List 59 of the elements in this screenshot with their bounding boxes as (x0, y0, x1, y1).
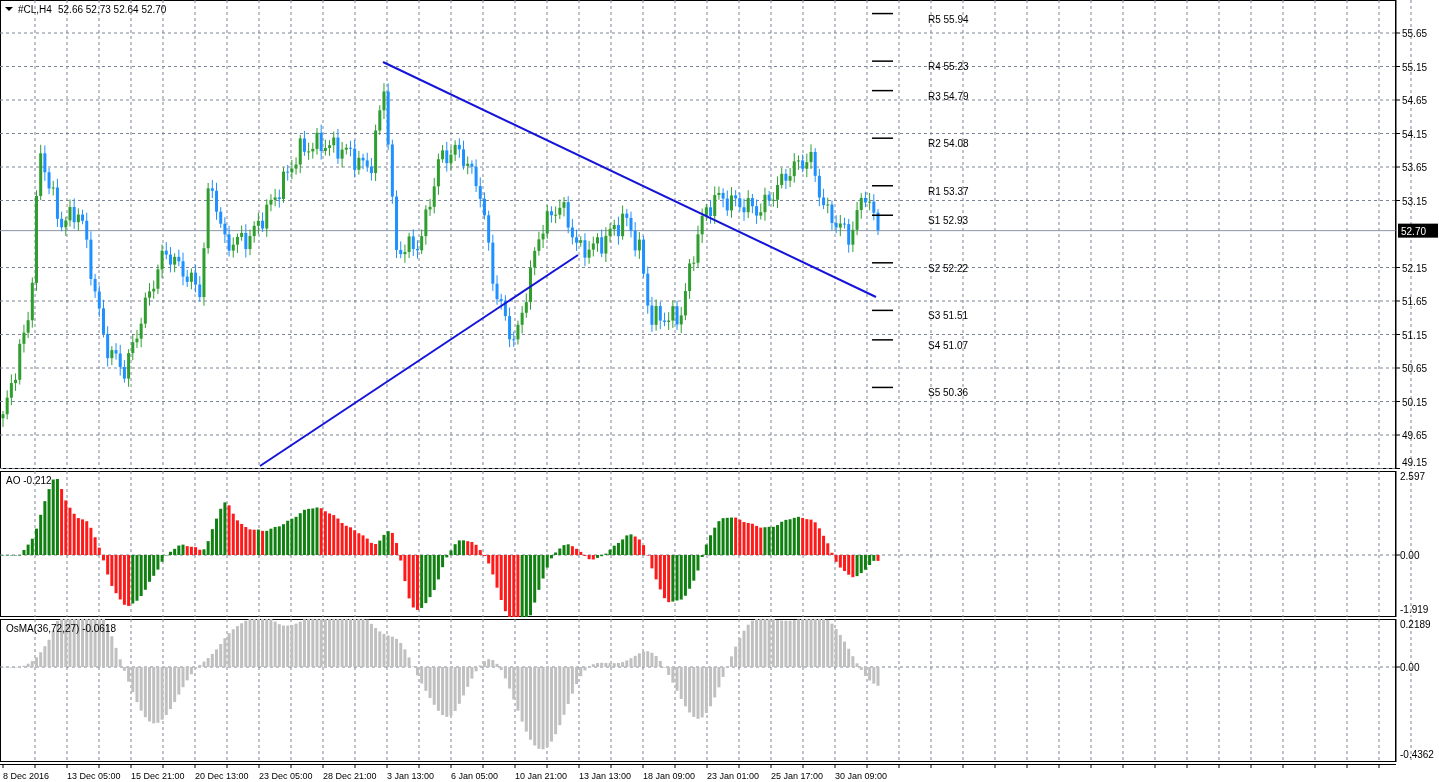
price-axis-label: 55.15 (1402, 61, 1428, 73)
pivot-level-label: R2 54.08 (928, 138, 969, 150)
price-axis-label: 53.65 (1402, 162, 1428, 173)
indicator-axis-label: -0.4362 (1400, 749, 1434, 760)
pivot-level-line (871, 60, 894, 62)
indicator-axis-label: 0.00 (1400, 550, 1420, 561)
price-axis-label: 51.65 (1402, 296, 1428, 307)
indicator-axis-label: -1.919 (1400, 604, 1429, 615)
pivot-level-line (871, 339, 894, 341)
time-axis-label: 6 Jan 05:00 (451, 771, 499, 781)
time-axis-label: 13 Jan 13:00 (579, 771, 632, 781)
time-axis-label: 25 Jan 17:00 (771, 771, 824, 781)
current-price-tag: 52.70 (1398, 223, 1438, 238)
pivot-level-label: S1 52.93 (928, 215, 969, 227)
chart-symbol: #CL,H4 (18, 4, 52, 15)
pivot-level-label: S2 52.22 (928, 262, 969, 274)
pivot-level-line (871, 89, 894, 92)
time-axis-label: 20 Dec 13:00 (195, 771, 249, 781)
time-axis-label: 8 Dec 2016 (3, 771, 50, 781)
time-axis-label: 23 Dec 05:00 (259, 771, 313, 781)
pivot-level-line (871, 137, 894, 139)
triangle-icon (5, 7, 13, 11)
price-axis-label: 54.65 (1402, 95, 1428, 106)
price-axis-label: 55.65 (1402, 28, 1428, 39)
price-axis-label: 52.15 (1402, 262, 1428, 274)
pivot-level-line (871, 12, 894, 15)
pivot-level-line (871, 262, 894, 264)
price-axis-label: 50.15 (1402, 396, 1428, 408)
pivot-level-line (871, 386, 894, 389)
pivot-level-label: R3 54.79 (928, 90, 969, 102)
time-axis-label: 23 Jan 01:00 (707, 771, 760, 781)
price-axis-label: 49.65 (1402, 430, 1428, 441)
pivot-level-label: S4 51.07 (928, 339, 969, 351)
time-axis-label: 13 Dec 05:00 (67, 771, 121, 781)
price-axis-label: 54.15 (1402, 128, 1428, 140)
indicator-axis-label: 0.00 (1400, 662, 1420, 673)
pivot-level-label: R1 53.37 (928, 185, 969, 197)
time-axis-label: 28 Dec 21:00 (323, 771, 377, 781)
price-axis-label: 51.15 (1402, 329, 1428, 341)
indicator-label: OsMA(36,72,27) -0.0618 (6, 623, 117, 634)
price-axis-label: 53.15 (1402, 195, 1428, 207)
indicator-label: AO -0.212 (6, 475, 52, 486)
time-axis-label: 15 Dec 21:00 (131, 771, 185, 781)
pivot-level-line (871, 214, 894, 216)
time-axis-label: 3 Jan 13:00 (387, 771, 435, 781)
time-axis-label: 10 Jan 21:00 (515, 771, 568, 781)
indicator-axis-label: 2.597 (1400, 471, 1426, 482)
indicator-axis-label: 0.2189 (1400, 619, 1431, 630)
pivot-level-label: R4 55.23 (928, 61, 969, 73)
pivot-level-line (871, 185, 894, 187)
pivot-level-line (871, 309, 894, 312)
ohlc-quote: 52.66 52.73 52.64 52.70 (58, 4, 167, 15)
pivot-level-label: R5 55.94 (928, 13, 969, 25)
time-axis-label: 30 Jan 09:00 (835, 771, 888, 781)
pivot-level-label: S3 51.51 (928, 310, 969, 322)
time-axis-label: 18 Jan 09:00 (643, 771, 696, 781)
pivot-level-label: S5 50.36 (928, 387, 969, 399)
price-axis-label: 50.65 (1402, 363, 1428, 374)
price-axis-label: 49.15 (1402, 457, 1428, 468)
